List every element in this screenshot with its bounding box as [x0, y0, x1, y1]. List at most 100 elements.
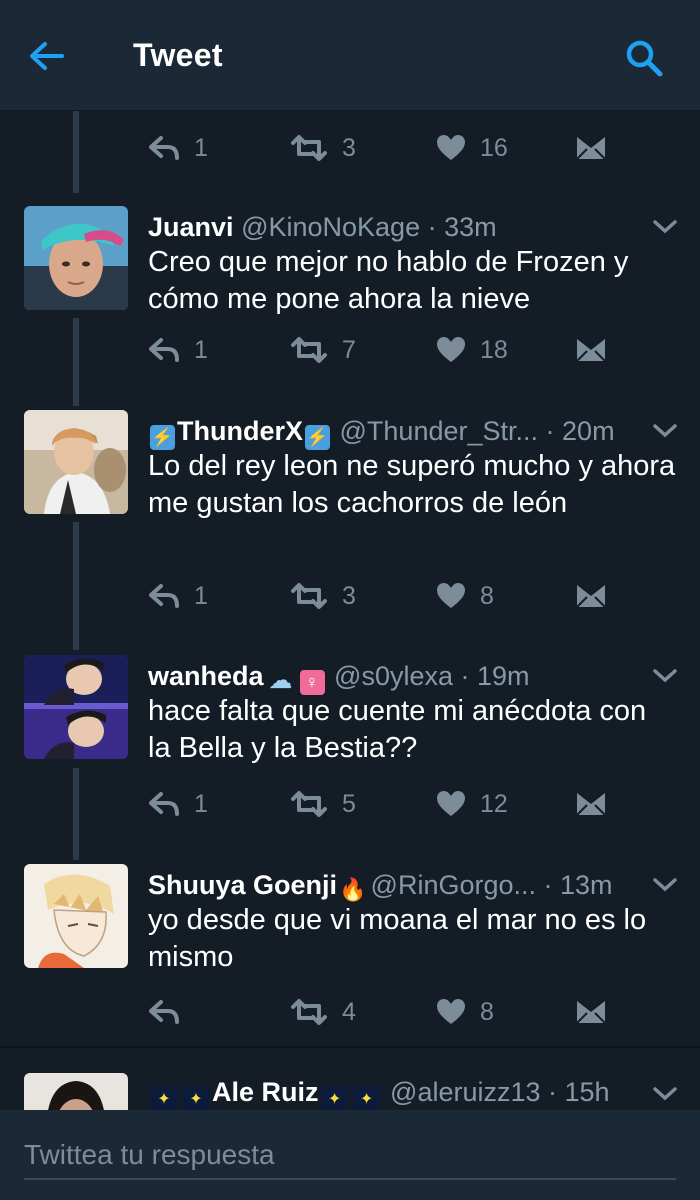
chevron-down-icon[interactable] — [652, 876, 678, 894]
app-header: Tweet — [0, 0, 700, 111]
retweet-button[interactable]: 5 — [290, 784, 356, 824]
avatar[interactable] — [24, 206, 128, 310]
reply-icon — [149, 136, 179, 160]
retweet-button[interactable]: 3 — [290, 128, 356, 168]
retweet-button[interactable]: 4 — [290, 992, 356, 1032]
reply-button[interactable]: 1 — [148, 576, 208, 616]
timestamp: · 13m — [543, 870, 613, 900]
tweet-actions: 1 7 18 — [148, 330, 628, 370]
reply-button[interactable]: 1 — [148, 128, 208, 168]
user-handle[interactable]: @RinGorgo... — [371, 870, 536, 900]
tweet-text: hace falta que cuente mi anécdota con la… — [148, 695, 647, 764]
conversation-divider — [0, 1046, 700, 1048]
reply-icon — [149, 338, 179, 362]
page-title: Tweet — [133, 37, 223, 73]
tweet[interactable]: Shuuya Goenji🔥 @RinGorgo... · 13m yo des… — [0, 864, 700, 1044]
direct-message-button[interactable] — [576, 992, 606, 1032]
tweet[interactable]: wanheda ☁ ♀ @s0ylexa · 19m hace falta que … — [0, 655, 700, 840]
display-name[interactable]: Juanvi — [148, 212, 234, 242]
user-handle[interactable]: @KinoNoKage — [241, 212, 420, 242]
envelope-icon — [576, 793, 606, 816]
like-button[interactable]: 16 — [436, 128, 508, 168]
heart-icon — [437, 583, 465, 608]
search-button[interactable] — [620, 34, 668, 82]
avatar[interactable] — [24, 1073, 128, 1110]
snow-cloud-emoji-icon: ☁ — [268, 667, 293, 694]
retweet-button[interactable]: 7 — [290, 330, 356, 370]
retweet-count: 3 — [342, 133, 356, 162]
retweet-icon — [291, 337, 327, 363]
envelope-icon — [576, 339, 606, 362]
retweet-icon — [291, 583, 327, 609]
user-handle[interactable]: @aleruizz13 — [390, 1077, 540, 1107]
tweet[interactable]: ✦ ✦ Ale Ruiz ✦ ✦ @aleruizz13 · 15h — [0, 1073, 700, 1110]
fireworks-emoji-icon: ✦ — [352, 1086, 381, 1110]
retweet-count: 5 — [342, 789, 356, 818]
like-button[interactable]: 12 — [436, 784, 508, 824]
reply-button[interactable] — [148, 992, 194, 1032]
reply-button[interactable]: 1 — [148, 330, 208, 370]
chevron-down-icon[interactable] — [652, 218, 678, 236]
heart-icon — [437, 791, 465, 816]
reply-input[interactable] — [24, 1132, 676, 1180]
reply-composer — [0, 1110, 700, 1200]
retweet-count: 3 — [342, 581, 356, 610]
tweet-text: Lo del rey leon ne superó mucho y ahora … — [148, 450, 676, 519]
display-name[interactable]: Ale Ruiz — [212, 1077, 319, 1107]
retweet-button[interactable]: 3 — [290, 576, 356, 616]
tweet-actions: 4 8 — [148, 992, 628, 1032]
like-count: 16 — [480, 133, 508, 162]
envelope-icon — [576, 1001, 606, 1024]
reply-button[interactable]: 1 — [148, 784, 208, 824]
avatar[interactable] — [24, 864, 128, 968]
timestamp: · 33m — [427, 212, 497, 242]
like-count: 8 — [480, 997, 494, 1026]
tweet-header: Juanvi @KinoNoKage · 33m — [148, 210, 640, 246]
tweet-text: yo desde que vi moana el mar no es lo mi… — [148, 904, 647, 973]
like-button[interactable]: 18 — [436, 330, 508, 370]
chevron-down-icon[interactable] — [652, 1085, 678, 1103]
user-handle[interactable]: @Thunder_Str... — [340, 416, 539, 446]
reply-count: 1 — [194, 133, 208, 162]
previous-tweet-actions: 1 3 16 — [148, 128, 628, 168]
retweet-icon — [291, 791, 327, 817]
chevron-down-icon[interactable] — [652, 667, 678, 685]
retweet-icon — [291, 999, 327, 1025]
like-button[interactable]: 8 — [436, 576, 494, 616]
tweet-header: wanheda ☁ ♀ @s0ylexa · 19m — [148, 659, 640, 695]
arrow-left-icon — [30, 42, 64, 70]
tweet-header: ✦ ✦ Ale Ruiz ✦ ✦ @aleruizz13 · 15h — [148, 1075, 640, 1110]
search-icon — [626, 40, 663, 77]
display-name[interactable]: Shuuya Goenji — [148, 870, 337, 900]
heart-icon — [437, 337, 465, 362]
avatar[interactable] — [24, 655, 128, 759]
reply-icon — [149, 584, 179, 608]
tweet-header: Shuuya Goenji🔥 @RinGorgo... · 13m — [148, 868, 640, 904]
direct-message-button[interactable] — [576, 784, 606, 824]
reply-icon — [149, 1000, 179, 1024]
avatar[interactable] — [24, 410, 128, 514]
back-button[interactable] — [24, 34, 68, 78]
tweet[interactable]: ⚡ ThunderX ⚡ @Thunder_Str... · 20m Lo del … — [0, 410, 700, 630]
retweet-icon — [291, 135, 327, 161]
display-name[interactable]: ThunderX — [177, 416, 303, 446]
fireworks-emoji-icon: ✦ — [320, 1086, 349, 1110]
user-handle[interactable]: @s0ylexa — [334, 661, 453, 691]
direct-message-button[interactable] — [576, 330, 606, 370]
direct-message-button[interactable] — [576, 576, 606, 616]
reply-count: 1 — [194, 789, 208, 818]
lightning-emoji-icon: ⚡ — [150, 425, 175, 450]
reply-count: 1 — [194, 581, 208, 610]
chevron-down-icon[interactable] — [652, 422, 678, 440]
fire-emoji-icon: 🔥 — [339, 877, 367, 902]
timestamp: · 19m — [460, 661, 530, 691]
direct-message-button[interactable] — [576, 128, 606, 168]
heart-icon — [437, 999, 465, 1024]
tweet-header: ⚡ ThunderX ⚡ @Thunder_Str... · 20m — [148, 414, 640, 450]
reply-count: 1 — [194, 335, 208, 364]
fireworks-emoji-icon: ✦ — [150, 1086, 178, 1110]
envelope-icon — [576, 585, 606, 608]
display-name[interactable]: wanheda — [148, 661, 264, 691]
tweet[interactable]: Juanvi @KinoNoKage · 33m Creo que mejor … — [0, 206, 700, 382]
like-button[interactable]: 8 — [436, 992, 494, 1032]
